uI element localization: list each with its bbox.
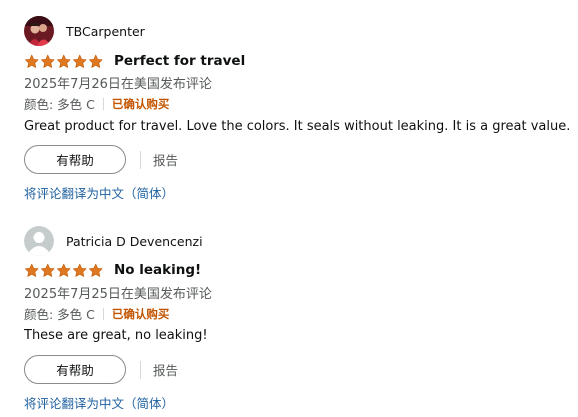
star-icon — [89, 54, 103, 68]
star-icon — [57, 54, 71, 68]
helpful-button[interactable]: 有帮助 — [24, 355, 126, 384]
format-strip: 颜色: 多色 C 已确认购买 — [24, 304, 169, 323]
divider — [140, 150, 141, 169]
star-icon — [25, 263, 39, 277]
review-body: These are great, no leaking! — [24, 328, 208, 343]
report-link[interactable]: 报告 — [153, 150, 178, 169]
divider — [102, 97, 104, 110]
review-body: Great product for travel. Love the color… — [24, 119, 571, 134]
reviewer-profile[interactable]: TBCarpenter — [24, 16, 145, 46]
star-icon — [73, 263, 87, 277]
translate-review-link[interactable]: 将评论翻译为中文（简体） — [24, 393, 174, 412]
star-icon — [89, 263, 103, 277]
review-title[interactable]: Perfect for travel — [114, 53, 245, 69]
default-user-icon — [24, 226, 54, 256]
translate-review-link[interactable]: 将评论翻译为中文（简体） — [24, 183, 174, 202]
reviewer-name: Patricia D Devencenzi — [66, 233, 203, 249]
report-link[interactable]: 报告 — [153, 360, 178, 379]
avatar — [24, 16, 54, 46]
review-title[interactable]: No leaking! — [114, 262, 201, 278]
review-actions: 有帮助 报告 — [24, 355, 178, 384]
review-title-row[interactable]: No leaking! — [24, 262, 201, 278]
color-variant[interactable]: 颜色: 多色 C — [24, 94, 95, 113]
color-variant[interactable]: 颜色: 多色 C — [24, 304, 95, 323]
star-icon — [73, 54, 87, 68]
divider — [102, 307, 104, 320]
format-strip: 颜色: 多色 C 已确认购买 — [24, 94, 169, 113]
reviewer-profile[interactable]: Patricia D Devencenzi — [24, 226, 203, 256]
verified-purchase-badge: 已确认购买 — [111, 96, 170, 111]
star-icon — [57, 263, 71, 277]
star-icon — [25, 54, 39, 68]
star-rating — [24, 54, 104, 69]
verified-purchase-badge: 已确认购买 — [111, 306, 170, 321]
review-card: TBCarpenter Perfect for travel 2025年7月26… — [0, 0, 578, 210]
review-actions: 有帮助 报告 — [24, 145, 178, 174]
reviewer-name: TBCarpenter — [66, 23, 145, 39]
divider — [140, 360, 141, 379]
review-date: 2025年7月26日在美国发布评论 — [24, 77, 212, 92]
star-icon — [41, 263, 55, 277]
review-date: 2025年7月25日在美国发布评论 — [24, 287, 212, 302]
helpful-button[interactable]: 有帮助 — [24, 145, 126, 174]
review-title-row[interactable]: Perfect for travel — [24, 53, 245, 69]
star-icon — [41, 54, 55, 68]
review-card: Patricia D Devencenzi No leaking! 2025年7… — [0, 210, 578, 417]
star-rating — [24, 263, 104, 278]
